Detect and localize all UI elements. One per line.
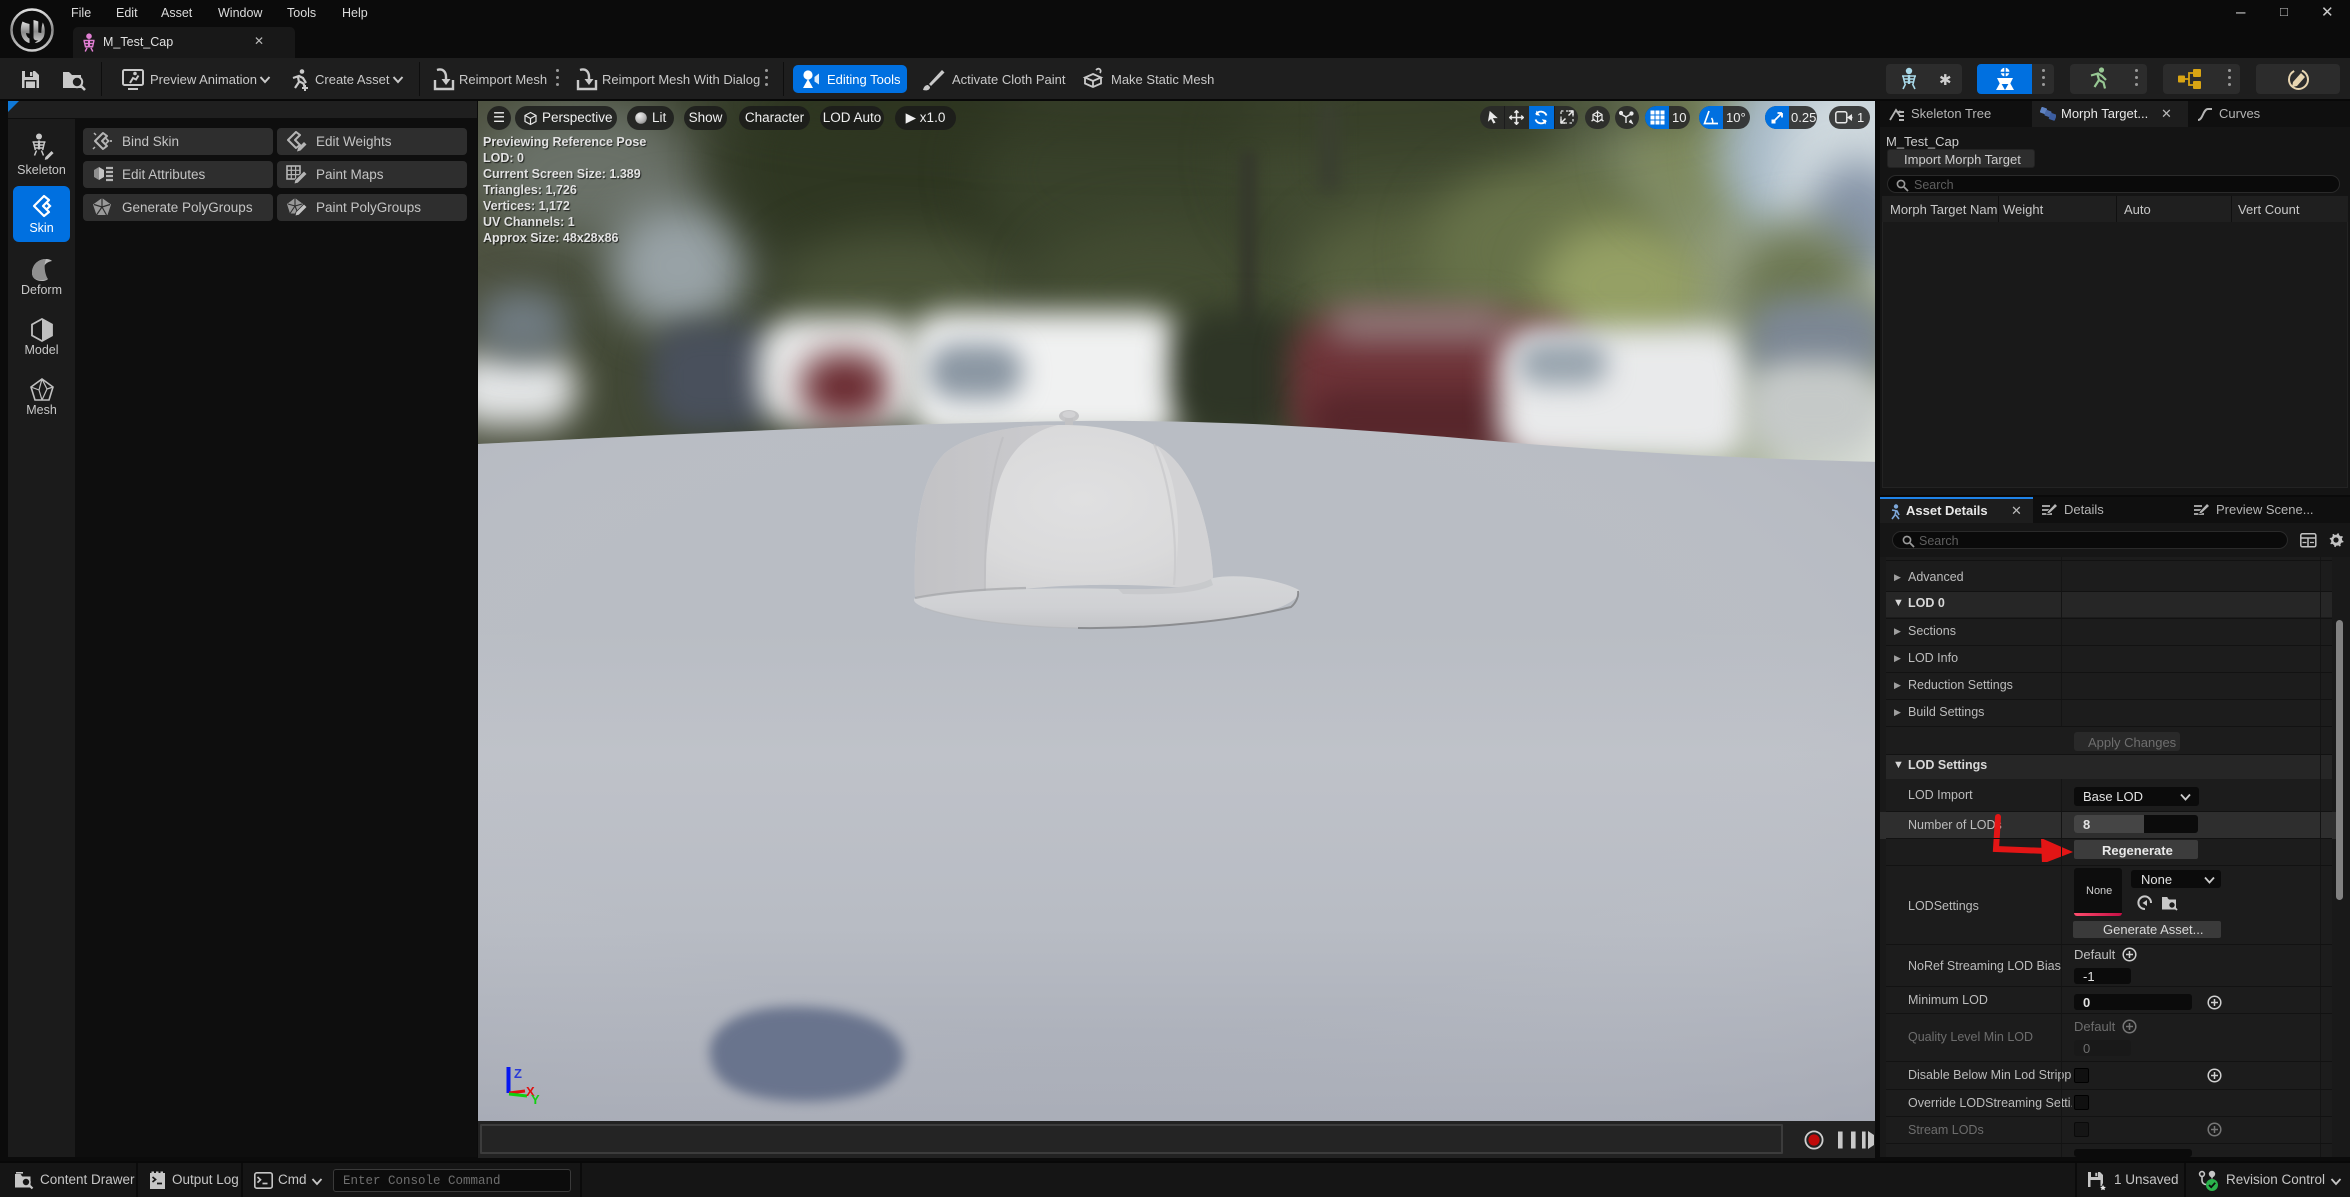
svg-text:Y: Y [531,1092,540,1107]
svg-text:Z: Z [514,1066,522,1081]
